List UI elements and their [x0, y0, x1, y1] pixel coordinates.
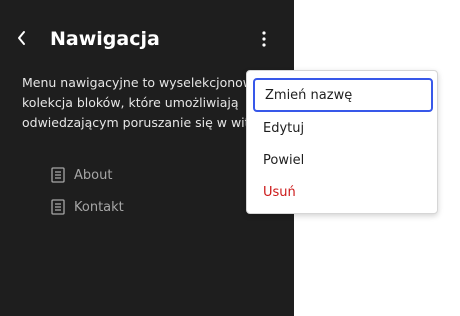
edit-menu-item[interactable]: Edytuj: [247, 112, 437, 144]
nav-item-kontakt[interactable]: Kontakt: [51, 199, 124, 215]
more-options-button[interactable]: [252, 27, 276, 51]
delete-menu-item[interactable]: Usuń: [247, 176, 437, 208]
back-button[interactable]: [10, 26, 34, 50]
page-title: Nawigacja: [50, 28, 160, 50]
nav-item-about[interactable]: About: [51, 167, 112, 183]
nav-item-label: Kontakt: [74, 199, 124, 215]
page-icon: [51, 199, 65, 215]
nav-item-label: About: [74, 167, 113, 183]
duplicate-menu-item[interactable]: Powiel: [247, 144, 437, 176]
chevron-left-icon: [18, 31, 25, 45]
page-icon: [51, 167, 65, 183]
rename-menu-item[interactable]: Zmień nazwę: [253, 78, 433, 112]
kebab-menu-icon: [262, 31, 266, 47]
options-dropdown-menu: Zmień nazwę Edytuj Powiel Usuń: [246, 70, 438, 214]
